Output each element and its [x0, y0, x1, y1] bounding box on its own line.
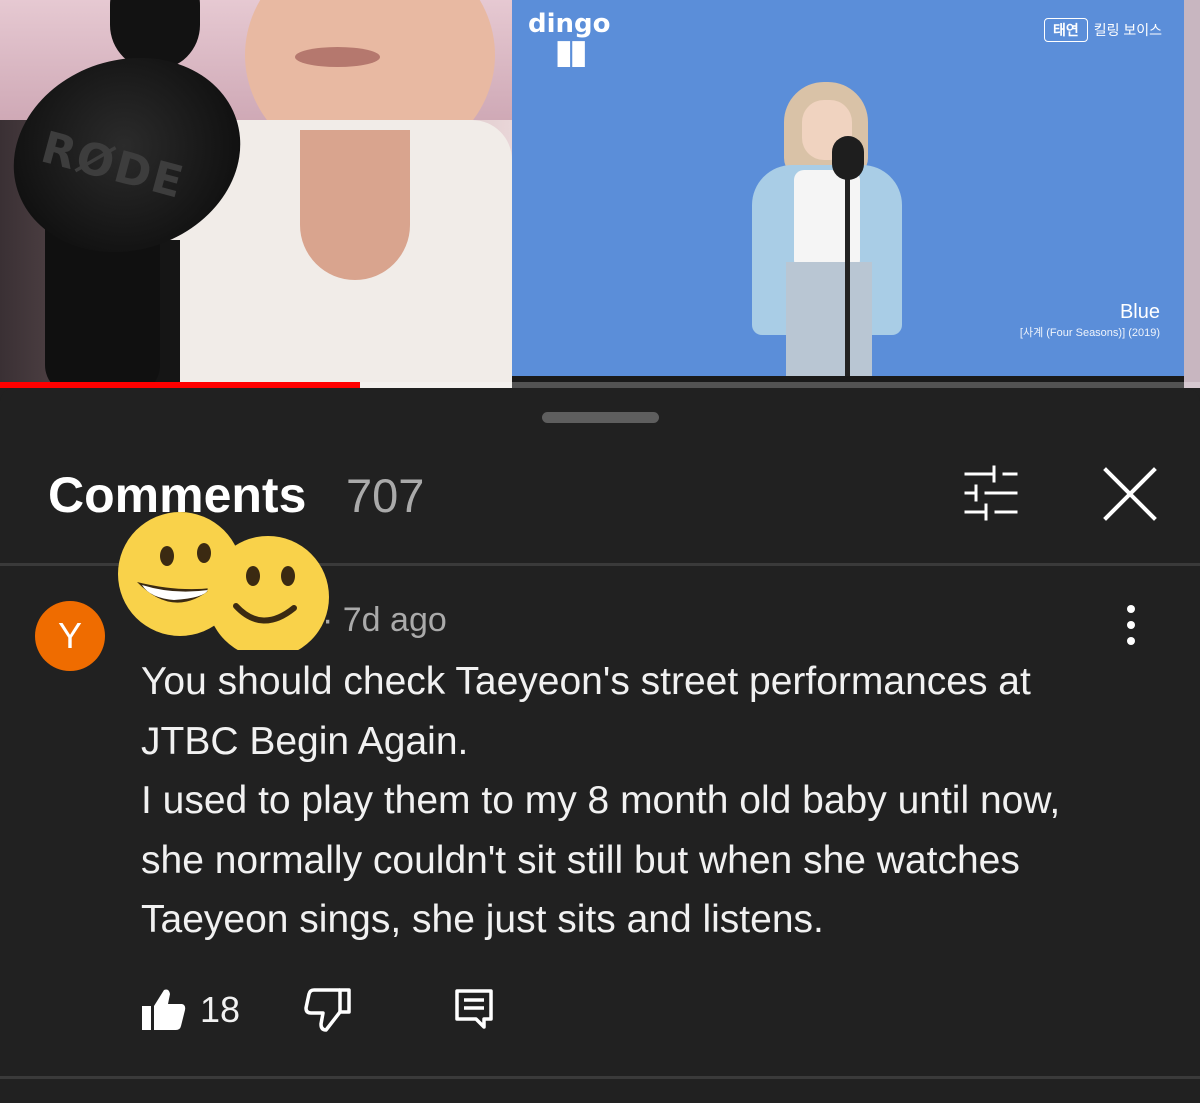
- music-video-clip: dingo ▮▮ 태연 킬링 보이스 Blue [사계 (Four Season…: [512, 0, 1184, 376]
- video-player[interactable]: RØDE dingo ▮▮ 태연 킬링 보이스 Blue [사계 (Four S…: [0, 0, 1200, 388]
- drag-handle[interactable]: [542, 412, 659, 423]
- comment-text: You should check Taeyeon's street perfor…: [141, 660, 1061, 941]
- more-options-icon[interactable]: [1118, 603, 1144, 647]
- close-icon[interactable]: [1100, 466, 1160, 522]
- comments-count: 707: [346, 469, 425, 522]
- avatar[interactable]: Y: [35, 601, 105, 671]
- song-caption: Blue [사계 (Four Seasons)] (2019): [1020, 301, 1160, 340]
- comment-timestamp: · 7d ago: [322, 601, 447, 639]
- song-title: Blue: [1119, 301, 1160, 323]
- sort-filter-icon[interactable]: [958, 464, 1022, 522]
- stand-microphone: [832, 136, 864, 180]
- comments-panel: Comments 707 Y · 7d ago You should check…: [0, 388, 1200, 1103]
- thumbs-up-icon[interactable]: [140, 986, 186, 1032]
- thumbs-down-icon[interactable]: [304, 986, 352, 1034]
- username-censor-emoji: [118, 512, 329, 650]
- webcam-feed: RØDE: [0, 0, 512, 388]
- show-badge: 태연 킬링 보이스: [1043, 18, 1162, 42]
- reply-icon[interactable]: [454, 988, 494, 1030]
- channel-logo: dingo ▮▮: [528, 9, 611, 72]
- comment-actions: 18: [140, 986, 540, 1032]
- song-subtitle: [사계 (Four Seasons)] (2019): [1019, 327, 1160, 339]
- like-count: 18: [200, 989, 241, 1030]
- comment-divider: [0, 1076, 1200, 1079]
- pause-icon: ▮▮: [554, 32, 588, 72]
